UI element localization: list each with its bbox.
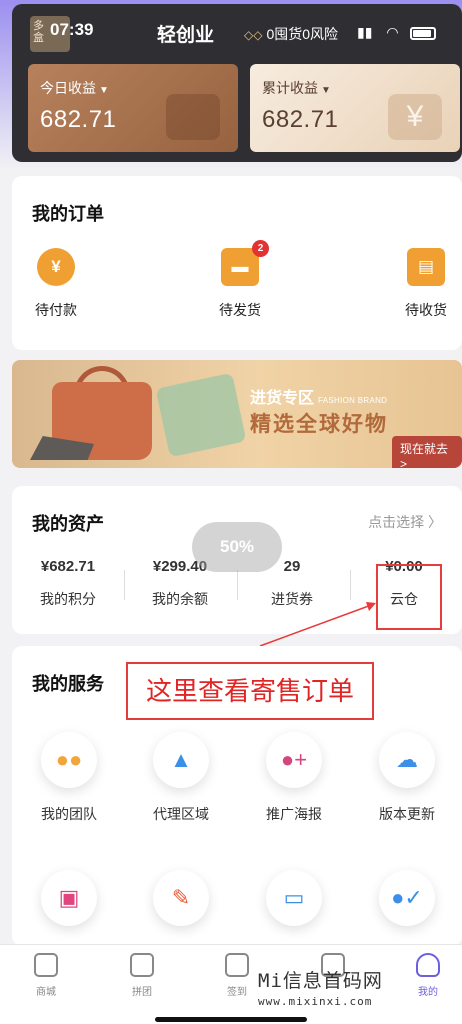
annotation-callout: 这里查看寄售订单 [126, 662, 374, 720]
profile-icon [416, 953, 440, 977]
home-indicator [155, 1017, 307, 1022]
service-my-team[interactable]: ●● 我的团队 [24, 732, 114, 824]
shopping-bag-icon [34, 953, 58, 977]
service-version-update[interactable]: ☁ 版本更新 [362, 732, 452, 824]
tab-label: 我的 [418, 987, 438, 998]
service-document[interactable]: ✎ [136, 870, 226, 926]
service-label: 代理区域 [153, 806, 209, 822]
tab-label: 商城 [36, 987, 56, 998]
user-verified-icon: ●✓ [379, 870, 435, 926]
card-edit-icon: ▭ [266, 870, 322, 926]
tab-mine[interactable]: 我的 [398, 953, 458, 998]
tab-label: 拼团 [132, 987, 152, 998]
service-label: 推广海报 [266, 806, 322, 822]
service-verify[interactable]: ●✓ [362, 870, 452, 926]
tab-group-buy[interactable]: 拼团 [112, 953, 172, 998]
watermark: Mi信息首码网 www.mixinxi.com [258, 966, 383, 1008]
section-title-services: 我的服务 [32, 674, 104, 694]
service-agent-area[interactable]: ▲ 代理区域 [136, 732, 226, 824]
bottom-tab-bar: 商城 拼团 签到 我的 [0, 944, 462, 1024]
tab-mall[interactable]: 商城 [16, 953, 76, 998]
watermark-url: www.mixinxi.com [258, 995, 373, 1008]
service-label: 我的团队 [41, 806, 97, 822]
cloud-upload-icon: ☁ [379, 732, 435, 788]
team-icon: ●● [41, 732, 97, 788]
agent-area-icon: ▲ [153, 732, 209, 788]
watermark-title: Mi信息首码网 [258, 970, 383, 992]
service-card[interactable]: ▭ [249, 870, 339, 926]
service-promo-poster[interactable]: ●+ 推广海报 [249, 732, 339, 824]
service-label: 版本更新 [379, 806, 435, 822]
document-edit-icon: ✎ [153, 870, 209, 926]
add-user-icon: ●+ [266, 732, 322, 788]
group-buy-icon [130, 953, 154, 977]
image-add-icon: ▣ [41, 870, 97, 926]
calendar-check-icon [225, 953, 249, 977]
service-image[interactable]: ▣ [24, 870, 114, 926]
